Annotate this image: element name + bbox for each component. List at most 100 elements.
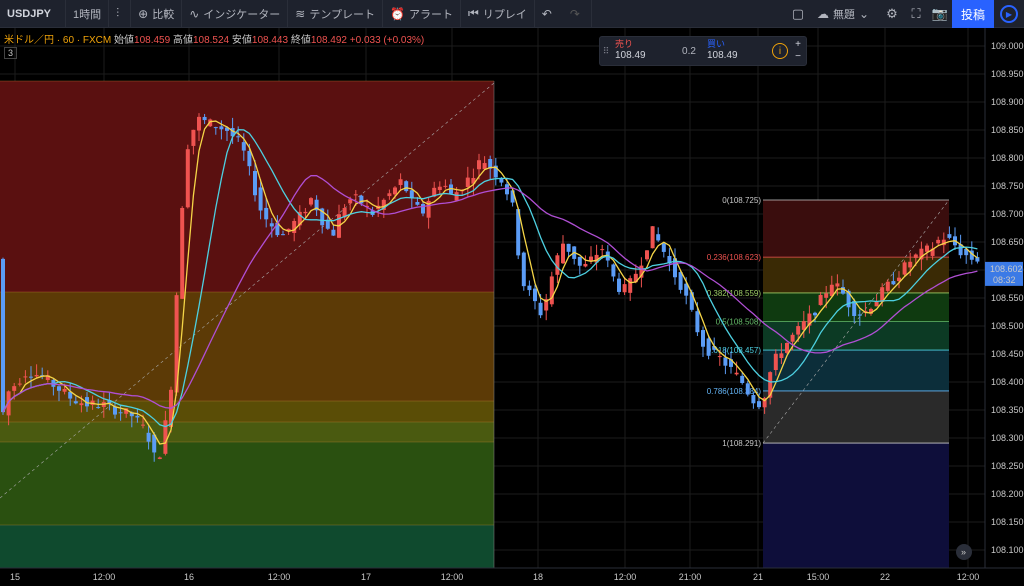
play-button[interactable]: ▶ [994, 0, 1024, 28]
candle-body [12, 386, 17, 391]
candle-body [118, 412, 123, 414]
candle-body [734, 372, 739, 375]
price-tick-label: 108.300 [991, 433, 1024, 443]
candle-body [538, 302, 543, 316]
candle-body [566, 243, 571, 252]
drag-handle-icon[interactable]: ⠿ [600, 46, 612, 57]
settings-button[interactable]: ⚙ [880, 0, 904, 28]
candle-body [79, 403, 84, 406]
price-tick-label: 108.550 [991, 293, 1024, 303]
time-tick-label: 15:00 [807, 572, 830, 582]
time-tick-label: 18 [533, 572, 543, 582]
open-value: 108.459 [134, 35, 171, 46]
buy-button[interactable]: 買い 108.49 [704, 38, 766, 64]
price-chart[interactable]: 0(108.725)0.236(108.623)0.382(108.559)0.… [0, 28, 1024, 586]
indicator-icon: ∿ [189, 6, 200, 21]
interval-button[interactable]: 1時間 [66, 0, 110, 28]
templates-label: テンプレート [309, 8, 375, 21]
price-tick-label: 108.500 [991, 321, 1024, 331]
expand-icon: ⛶ [911, 6, 921, 21]
time-tick-label: 21:00 [679, 572, 702, 582]
buy-price: 108.49 [707, 50, 738, 61]
templates-button[interactable]: ≋ テンプレート [288, 0, 383, 28]
layout-button[interactable]: ☁ 無題 ⌄ [810, 0, 880, 28]
candle-body [824, 293, 829, 298]
sell-label: 売り [615, 39, 634, 49]
candle-body [387, 193, 392, 197]
quantity-plus-button[interactable]: + [792, 39, 804, 51]
price-tick-label: 108.150 [991, 517, 1024, 527]
candle-body [628, 278, 633, 293]
snapshot-button[interactable]: 📷 [928, 0, 952, 28]
candle-body [421, 204, 425, 214]
trading-panel: ⠿ 売り 108.49 0.2 買い 108.49 i + − [599, 36, 807, 66]
candle-body [465, 177, 470, 187]
layer-count-label: 3 [8, 48, 14, 58]
candle-body [891, 281, 896, 285]
candle-body [622, 284, 627, 293]
gear-icon: ⚙ [886, 6, 898, 21]
candle-body [34, 375, 39, 377]
open-label: 始値 [114, 35, 135, 46]
price-tick-label: 108.400 [991, 377, 1024, 387]
undo-button[interactable]: ↶ [535, 0, 563, 28]
replay-label: リプレイ [482, 8, 527, 21]
close-value: 108.492 [310, 35, 347, 46]
chart-type-button[interactable]: ⫶ [109, 0, 132, 28]
legend-title: 米ドル／円 · 60 · FXCM [4, 35, 112, 46]
low-label: 安値 [231, 35, 252, 46]
candle-body [617, 278, 621, 292]
candle-body [533, 288, 537, 302]
fullscreen-square-button[interactable]: ▢ [786, 0, 810, 28]
collapse-indicators-button[interactable]: 3 [4, 47, 18, 59]
compare-button[interactable]: ⊕ 比較 [131, 0, 183, 28]
time-tick-label: 12:00 [614, 572, 637, 582]
fib-zone-left [0, 401, 494, 422]
candle-body [611, 264, 616, 277]
camera-icon: 📷 [931, 6, 949, 21]
candle-body [247, 150, 252, 167]
candle-body [62, 388, 67, 392]
redo-button[interactable]: ↷ [563, 0, 592, 28]
sell-button[interactable]: 売り 108.49 [612, 38, 674, 64]
candle-body [202, 116, 207, 121]
candle-body [141, 424, 145, 426]
fullscreen-button[interactable]: ⛶ [904, 0, 928, 28]
symbol-search[interactable]: USDJPY [0, 0, 66, 28]
fib-retracement-left [0, 80, 495, 568]
candle-body [482, 163, 487, 170]
publish-button[interactable]: 投稿 [952, 0, 994, 28]
candle-body [645, 250, 649, 260]
candle-body [197, 116, 201, 131]
scroll-right-glyph: » [961, 547, 966, 557]
candle-body [157, 457, 162, 459]
publish-label: 投稿 [960, 7, 985, 22]
compare-label: 比較 [152, 8, 175, 21]
candle-body [656, 234, 661, 241]
time-tick-label: 12:00 [441, 572, 464, 582]
fib-zone-left [0, 81, 494, 292]
candle-body [577, 256, 582, 266]
candle-body [857, 314, 862, 316]
candle-body [57, 386, 61, 391]
candle-body [1, 258, 5, 413]
alert-button[interactable]: ⏰ アラート [383, 0, 461, 28]
quantity-minus-button[interactable]: − [792, 51, 804, 63]
price-tick-label: 108.250 [991, 461, 1024, 471]
price-tick-label: 108.950 [991, 69, 1024, 79]
candle-body [454, 192, 459, 201]
fib-zone-right [763, 350, 949, 391]
square-icon: ▢ [791, 6, 805, 21]
candle-body [913, 254, 918, 258]
candle-body [561, 243, 565, 264]
price-tick-label: 108.900 [991, 97, 1024, 107]
candle-body [908, 261, 913, 268]
time-tick-label: 12:00 [93, 572, 116, 582]
cloud-icon: ☁ [816, 7, 829, 21]
candle-body [180, 207, 185, 299]
info-icon[interactable]: i [772, 43, 788, 59]
indicators-button[interactable]: ∿ インジケーター [182, 0, 289, 28]
time-axis: 15 12:00 16 12:00 17 12:00 18 12:00 21:00 21 15:00… [0, 567, 1024, 582]
replay-button[interactable]: ⏮ リプレイ [461, 0, 535, 28]
candle-body [527, 285, 532, 291]
